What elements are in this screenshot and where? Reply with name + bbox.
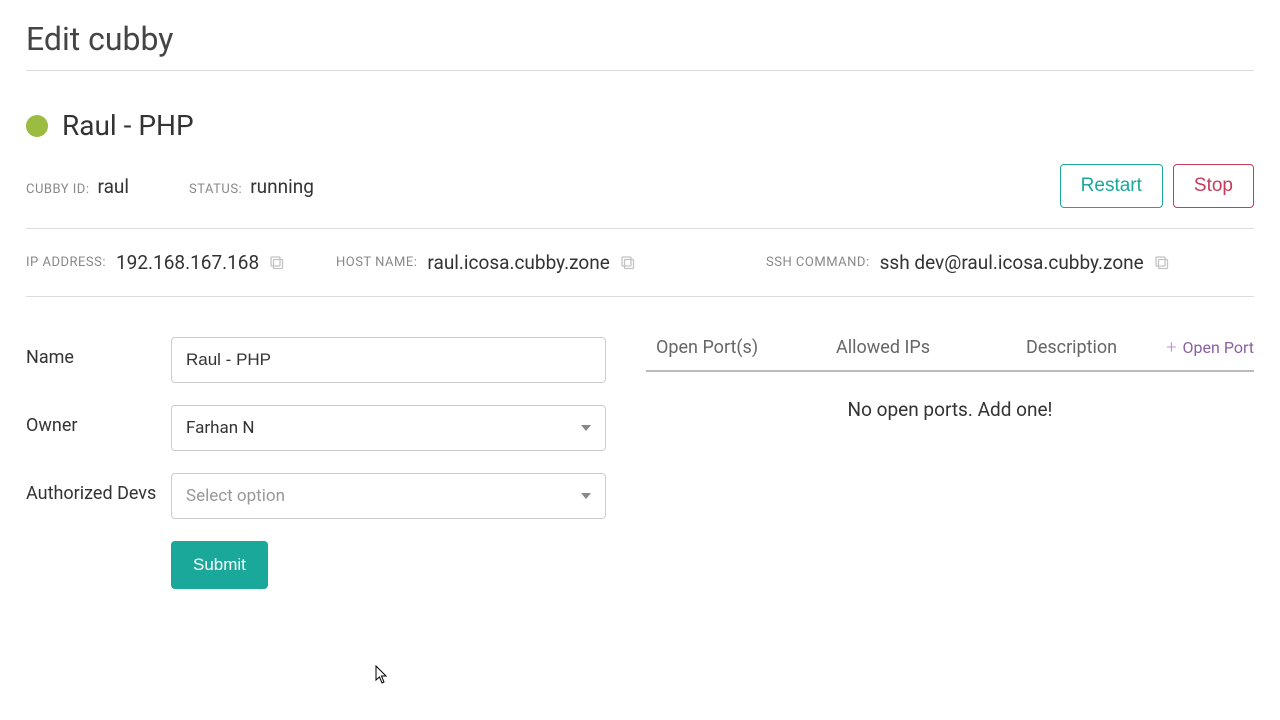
ports-header: Open Port(s) Allowed IPs Description + O… bbox=[646, 337, 1254, 372]
status-label: STATUS: bbox=[189, 182, 242, 197]
page-title: Edit cubby bbox=[26, 20, 1254, 71]
edit-form: Name Owner Farhan N Authorized Devs Sele… bbox=[26, 337, 606, 589]
ip-block: IP ADDRESS: 192.168.167.168 bbox=[26, 251, 326, 274]
open-port-button[interactable]: + Open Port bbox=[1166, 337, 1254, 358]
cubby-display-name: Raul - PHP bbox=[62, 109, 194, 142]
host-value: raul.icosa.cubby.zone bbox=[427, 251, 609, 274]
network-info-row: IP ADDRESS: 192.168.167.168 HOST NAME: r… bbox=[26, 229, 1254, 297]
chevron-down-icon bbox=[581, 425, 591, 431]
copy-ssh-icon[interactable] bbox=[1154, 255, 1170, 271]
devs-label: Authorized Devs bbox=[26, 473, 171, 504]
open-port-label: Open Port bbox=[1183, 338, 1254, 357]
status-value: running bbox=[250, 175, 314, 198]
copy-ip-icon[interactable] bbox=[269, 255, 285, 271]
ports-empty-message: No open ports. Add one! bbox=[646, 372, 1254, 447]
host-label: HOST NAME: bbox=[336, 255, 417, 270]
cursor-icon bbox=[375, 665, 389, 685]
owner-select-value: Farhan N bbox=[186, 418, 254, 438]
copy-host-icon[interactable] bbox=[620, 255, 636, 271]
devs-select-placeholder: Select option bbox=[186, 486, 285, 506]
stop-button[interactable]: Stop bbox=[1173, 164, 1254, 208]
status-pair: STATUS: running bbox=[189, 175, 314, 198]
host-block: HOST NAME: raul.icosa.cubby.zone bbox=[336, 251, 756, 274]
restart-button[interactable]: Restart bbox=[1060, 164, 1163, 208]
plus-icon: + bbox=[1166, 337, 1176, 358]
meta-row: CUBBY ID: raul STATUS: running Restart S… bbox=[26, 164, 1254, 229]
cubby-id-pair: CUBBY ID: raul bbox=[26, 175, 129, 198]
name-label: Name bbox=[26, 337, 171, 368]
ssh-block: SSH COMMAND: ssh dev@raul.icosa.cubby.zo… bbox=[766, 251, 1170, 274]
name-input[interactable] bbox=[171, 337, 606, 383]
owner-label: Owner bbox=[26, 405, 171, 436]
cubby-id-value: raul bbox=[98, 175, 130, 198]
submit-button[interactable]: Submit bbox=[171, 541, 268, 589]
owner-select[interactable]: Farhan N bbox=[171, 405, 606, 451]
cubby-header-row: Raul - PHP bbox=[26, 109, 1254, 142]
ssh-label: SSH COMMAND: bbox=[766, 255, 870, 270]
ip-value: 192.168.167.168 bbox=[116, 251, 259, 274]
devs-select[interactable]: Select option bbox=[171, 473, 606, 519]
ports-col-ports: Open Port(s) bbox=[646, 337, 836, 358]
ports-panel: Open Port(s) Allowed IPs Description + O… bbox=[646, 337, 1254, 589]
ip-label: IP ADDRESS: bbox=[26, 255, 106, 270]
ssh-value: ssh dev@raul.icosa.cubby.zone bbox=[880, 251, 1144, 274]
ports-col-desc: Description bbox=[1026, 337, 1166, 358]
cubby-id-label: CUBBY ID: bbox=[26, 182, 90, 197]
status-dot-icon bbox=[26, 115, 48, 137]
ports-col-ips: Allowed IPs bbox=[836, 337, 1026, 358]
chevron-down-icon bbox=[581, 493, 591, 499]
